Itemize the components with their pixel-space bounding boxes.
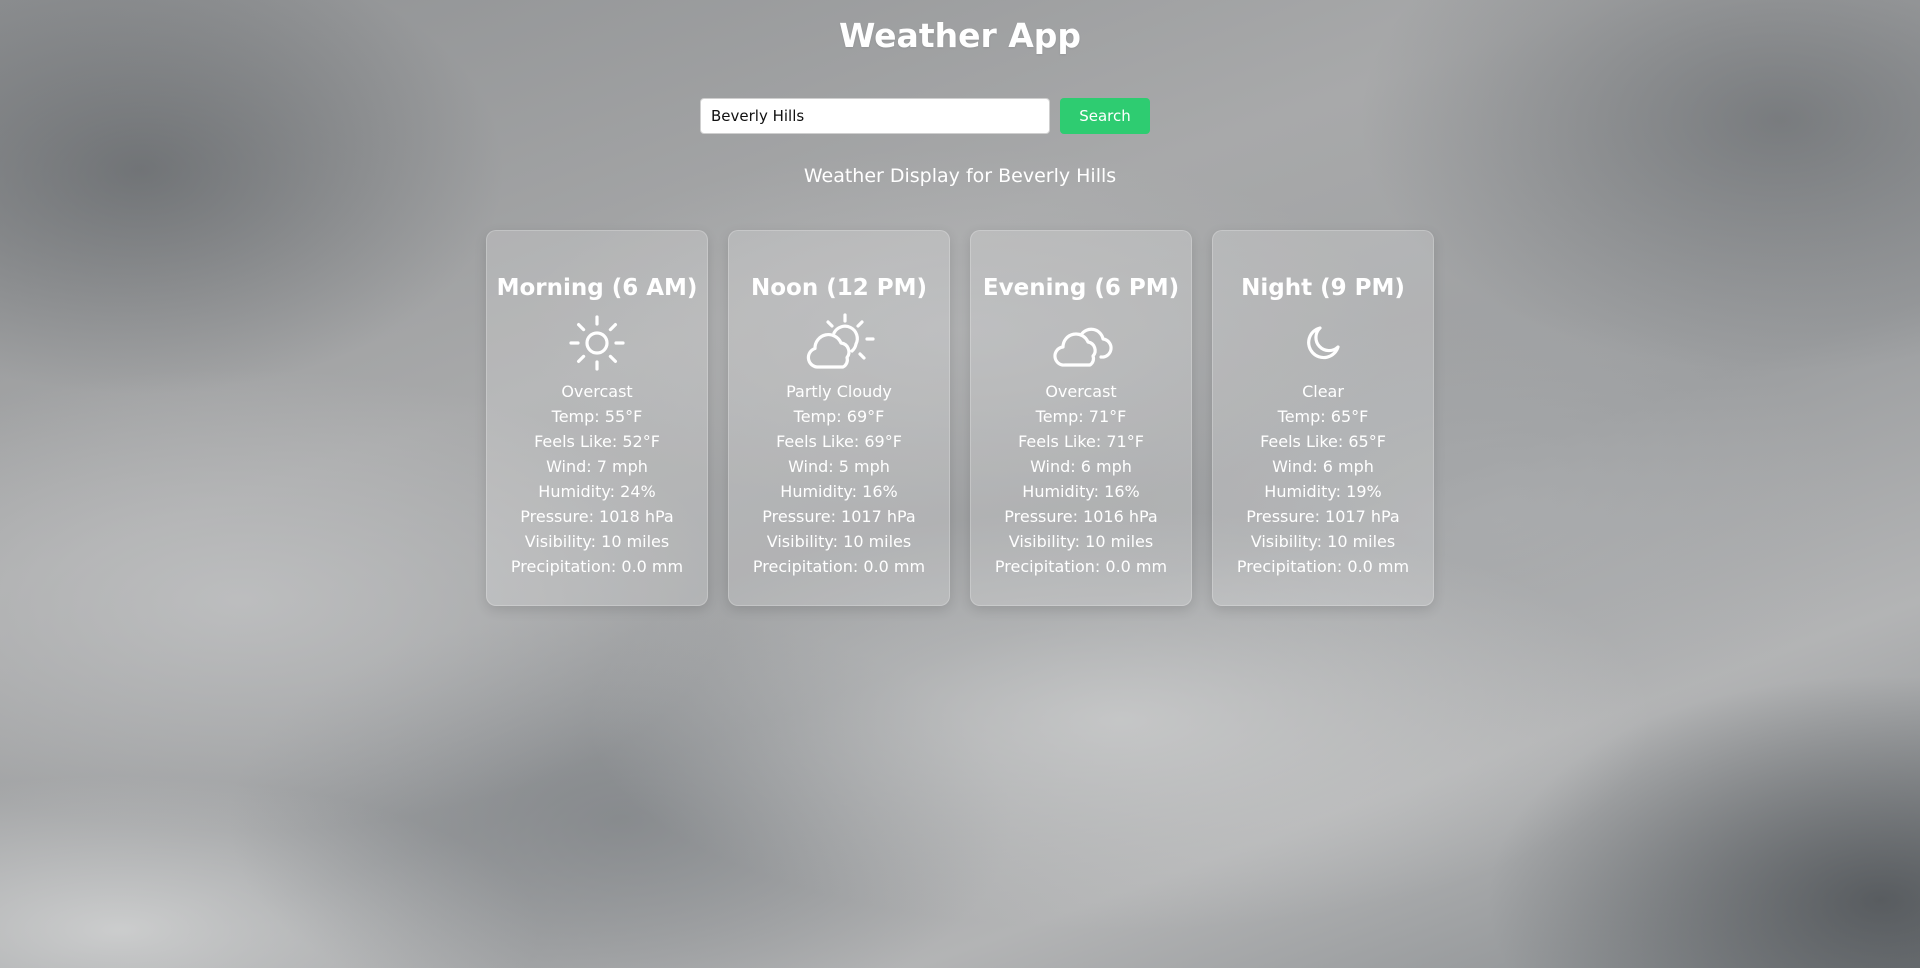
forecast-card-evening: Evening (6 PM) Overcast Temp: 71°F Feels… <box>970 230 1192 606</box>
temperature-text: Temp: 69°F <box>793 407 885 426</box>
weather-app-page: Weather App Search Weather Display for B… <box>0 0 1920 968</box>
search-bar: Search <box>700 98 1150 134</box>
pressure-text: Pressure: 1016 hPa <box>1004 507 1158 526</box>
feels-like-text: Feels Like: 52°F <box>534 432 660 451</box>
wind-text: Wind: 5 mph <box>788 457 890 476</box>
forecast-cards: Morning (6 AM) Overcast Temp: 55°F Feels… <box>486 230 1434 606</box>
humidity-text: Humidity: 24% <box>538 482 656 501</box>
card-title: Morning (6 AM) <box>496 275 698 301</box>
feels-like-text: Feels Like: 71°F <box>1018 432 1144 451</box>
weather-display-heading: Weather Display for Beverly Hills <box>803 165 1117 187</box>
card-title: Night (9 PM) <box>1241 275 1405 301</box>
temperature-text: Temp: 65°F <box>1277 407 1369 426</box>
pressure-text: Pressure: 1017 hPa <box>762 507 916 526</box>
pressure-text: Pressure: 1017 hPa <box>1246 507 1400 526</box>
cloud-icon <box>1053 327 1113 367</box>
forecast-card-morning: Morning (6 AM) Overcast Temp: 55°F Feels… <box>486 230 708 606</box>
feels-like-text: Feels Like: 69°F <box>776 432 902 451</box>
precipitation-text: Precipitation: 0.0 mm <box>994 557 1168 576</box>
forecast-card-night: Night (9 PM) Clear Temp: 65°F Feels Like… <box>1212 230 1434 606</box>
visibility-text: Visibility: 10 miles <box>766 532 912 551</box>
wind-text: Wind: 6 mph <box>1272 457 1374 476</box>
app-title: Weather App <box>838 16 1082 55</box>
card-title: Evening (6 PM) <box>982 275 1180 301</box>
precipitation-text: Precipitation: 0.0 mm <box>510 557 684 576</box>
condition-text: Clear <box>1302 382 1344 401</box>
sun-icon <box>569 315 625 371</box>
forecast-card-noon: Noon (12 PM) Partly Cloudy Temp: 69°F Fe… <box>728 230 950 606</box>
city-search-input[interactable] <box>700 98 1050 134</box>
visibility-text: Visibility: 10 miles <box>524 532 670 551</box>
visibility-text: Visibility: 10 miles <box>1008 532 1154 551</box>
humidity-text: Humidity: 16% <box>1022 482 1140 501</box>
wind-text: Wind: 7 mph <box>546 457 648 476</box>
pressure-text: Pressure: 1018 hPa <box>520 507 674 526</box>
partly-cloudy-icon <box>806 313 875 369</box>
humidity-text: Humidity: 19% <box>1264 482 1382 501</box>
temperature-text: Temp: 71°F <box>1035 407 1127 426</box>
card-title: Noon (12 PM) <box>750 275 927 301</box>
temperature-text: Temp: 55°F <box>551 407 643 426</box>
visibility-text: Visibility: 10 miles <box>1250 532 1396 551</box>
feels-like-text: Feels Like: 65°F <box>1260 432 1386 451</box>
condition-text: Partly Cloudy <box>786 382 892 401</box>
moon-icon <box>1307 326 1340 360</box>
precipitation-text: Precipitation: 0.0 mm <box>752 557 926 576</box>
precipitation-text: Precipitation: 0.0 mm <box>1236 557 1410 576</box>
humidity-text: Humidity: 16% <box>780 482 898 501</box>
condition-text: Overcast <box>1045 382 1117 401</box>
condition-text: Overcast <box>561 382 633 401</box>
search-button[interactable]: Search <box>1060 98 1150 134</box>
wind-text: Wind: 6 mph <box>1030 457 1132 476</box>
